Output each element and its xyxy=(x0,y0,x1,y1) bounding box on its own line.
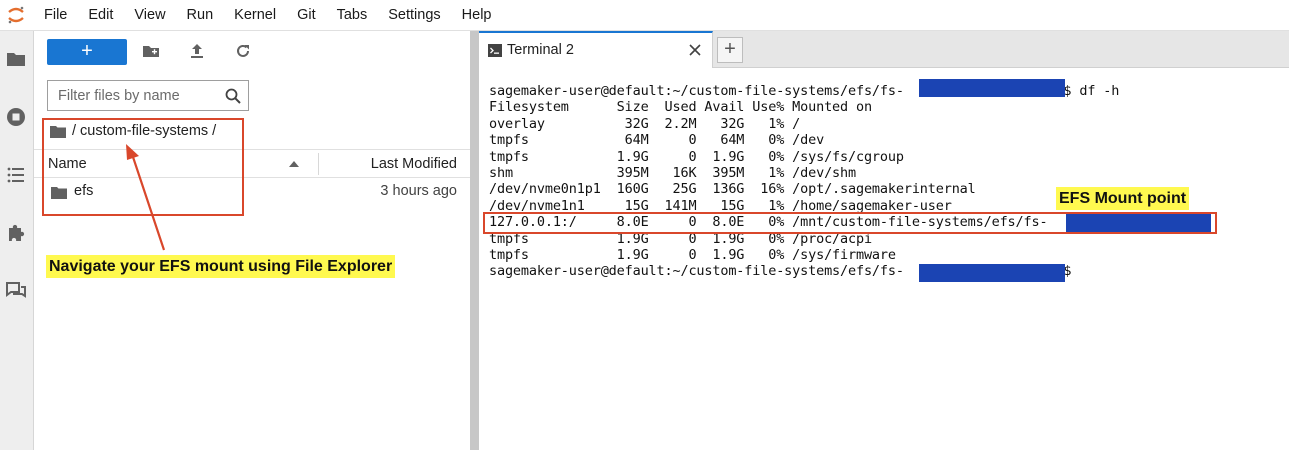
menu-run[interactable]: Run xyxy=(187,0,214,31)
terminal-output[interactable]: sagemaker-user@default:~/custom-file-sys… xyxy=(479,68,1289,450)
terminal-line: overlay 32G 2.2M 32G 1% / xyxy=(489,115,801,132)
chat-icon[interactable] xyxy=(5,280,27,302)
menu-kernel[interactable]: Kernel xyxy=(234,0,276,31)
menu-settings[interactable]: Settings xyxy=(388,0,440,31)
panel-splitter[interactable] xyxy=(470,31,479,450)
file-modified: 3 hours ago xyxy=(380,183,457,199)
tab-terminal-2[interactable]: Terminal 2 xyxy=(479,31,713,68)
terminal-line: tmpfs 1.9G 0 1.9G 0% /sys/firmware xyxy=(489,247,896,263)
activity-bar xyxy=(0,31,34,450)
tab-label[interactable]: Terminal 2 xyxy=(507,42,574,58)
upload-icon[interactable] xyxy=(188,42,206,60)
menu-tabs[interactable]: Tabs xyxy=(337,0,368,31)
folder-icon[interactable] xyxy=(5,48,27,70)
menu-help[interactable]: Help xyxy=(462,0,492,31)
file-browser-panel: + / custom-file-systems / Name Last Modi… xyxy=(34,31,470,450)
menu-file[interactable]: File xyxy=(44,0,67,31)
list-icon[interactable] xyxy=(5,164,27,186)
menu-edit[interactable]: Edit xyxy=(88,0,113,31)
menu-git[interactable]: Git xyxy=(297,0,316,31)
sort-up-icon[interactable] xyxy=(289,160,299,168)
menu-bar: File Edit View Run Kernel Git Tabs Setti… xyxy=(0,0,1289,31)
search-icon xyxy=(225,88,241,104)
highlight-box-mount-point xyxy=(483,212,1217,234)
close-icon[interactable] xyxy=(689,44,701,56)
running-icon[interactable] xyxy=(5,106,27,128)
refresh-icon[interactable] xyxy=(234,42,252,60)
terminal-line: tmpfs 1.9G 0 1.9G 0% /sys/fs/cgroup xyxy=(489,148,904,165)
add-tab-button[interactable]: + xyxy=(717,37,743,63)
tab-bar: Terminal 2 + xyxy=(479,31,1289,68)
terminal-line: /dev/nvme0n1p1 160G 25G 136G 16% /opt/.s… xyxy=(489,181,976,198)
new-launcher-button[interactable]: + xyxy=(47,39,127,65)
redaction-block xyxy=(919,264,1065,282)
jupyter-logo-icon xyxy=(8,6,24,24)
terminal-line: Filesystem Size Used Avail Use% Mounted … xyxy=(489,99,872,116)
file-filter-box xyxy=(47,80,249,111)
terminal-line: tmpfs 64M 0 64M 0% /dev xyxy=(489,132,825,149)
terminal-line: shm 395M 16K 395M 1% /dev/shm xyxy=(489,165,856,181)
extension-icon[interactable] xyxy=(5,222,27,244)
column-divider[interactable] xyxy=(318,153,319,175)
column-modified-header[interactable]: Last Modified xyxy=(371,156,457,172)
annotation-navigate-efs: Navigate your EFS mount using File Explo… xyxy=(46,255,396,278)
terminal-icon xyxy=(488,44,502,57)
annotation-efs-mount-point: EFS Mount point xyxy=(1056,187,1190,210)
new-folder-icon[interactable] xyxy=(142,42,160,60)
menu-view[interactable]: View xyxy=(134,0,165,31)
arrow-annotation xyxy=(126,144,166,251)
filter-files-input[interactable] xyxy=(58,87,218,105)
redaction-block xyxy=(919,79,1065,97)
